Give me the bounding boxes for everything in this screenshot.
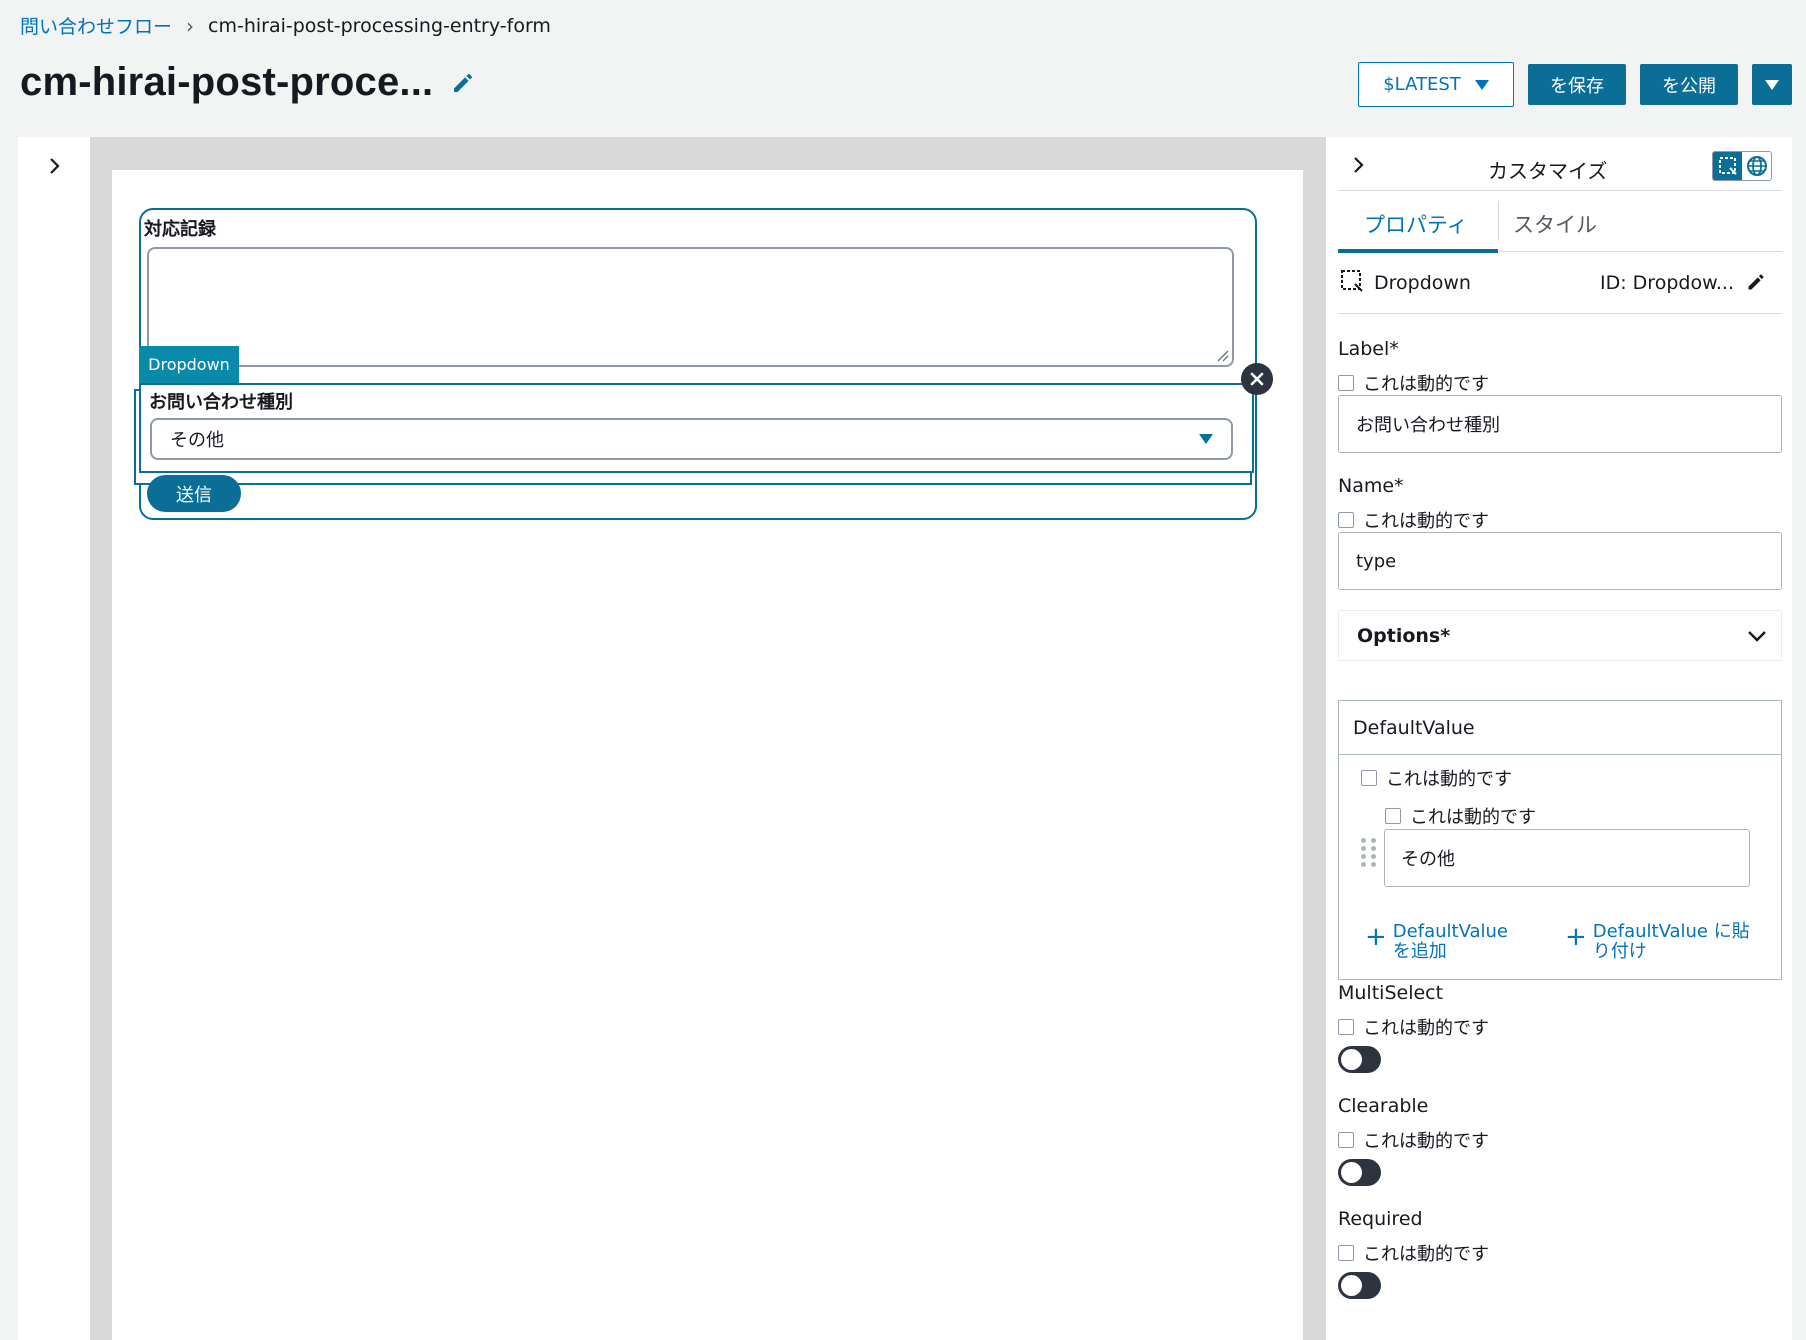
submit-button[interactable]: 送信 — [147, 475, 241, 512]
default-value-item-dynamic-checkbox[interactable] — [1385, 808, 1401, 824]
left-rail — [18, 137, 90, 1340]
record-textarea[interactable] — [147, 247, 1234, 367]
version-dropdown[interactable]: $LATEST — [1358, 62, 1514, 107]
remove-component-button[interactable] — [1241, 363, 1273, 395]
close-icon — [1250, 372, 1264, 386]
drag-handle-icon[interactable] — [1361, 838, 1377, 867]
canvas-area: 対応記録 Dropdown お問い合わせ種別 その他 送信 — [90, 137, 1326, 1340]
clearable-dynamic-checkbox[interactable] — [1338, 1132, 1354, 1148]
breadcrumb: 問い合わせフロー › cm-hirai-post-processing-entr… — [20, 12, 551, 39]
required-toggle[interactable] — [1338, 1272, 1381, 1299]
name-dynamic-checkbox[interactable] — [1338, 512, 1354, 528]
caret-down-icon — [1199, 434, 1213, 444]
dropdown-label: お問い合わせ種別 — [149, 392, 293, 413]
page-title-row: cm-hirai-post-proce... — [20, 60, 475, 105]
tab-divider — [1498, 201, 1499, 241]
version-label: $LATEST — [1383, 74, 1461, 95]
record-label: 対応記録 — [144, 219, 216, 240]
panel-title: カスタマイズ — [1488, 159, 1608, 183]
publish-button[interactable]: を公開 — [1640, 64, 1738, 105]
required-dynamic-checkbox[interactable] — [1338, 1245, 1354, 1261]
default-value-input[interactable]: その他 — [1384, 829, 1750, 887]
dropdown-select[interactable]: その他 — [150, 418, 1233, 460]
dynamic-label: これは動的です — [1363, 1244, 1489, 1265]
name-input[interactable]: type — [1338, 532, 1782, 590]
panel-mode-toggle — [1712, 151, 1772, 181]
component-id: ID: Dropdow... — [1600, 271, 1734, 294]
breadcrumb-current: cm-hirai-post-processing-entry-form — [208, 14, 551, 37]
required-title: Required — [1338, 1208, 1423, 1230]
breadcrumb-link-flow[interactable]: 問い合わせフロー — [20, 12, 172, 39]
resize-handle-icon[interactable] — [1215, 348, 1229, 362]
dropdown-component-icon — [1340, 269, 1364, 297]
dynamic-label: これは動的です — [1363, 1018, 1489, 1039]
globe-icon[interactable] — [1742, 152, 1771, 180]
more-actions-button[interactable] — [1752, 64, 1792, 105]
add-default-line2: を追加 — [1392, 941, 1447, 962]
page-title: cm-hirai-post-proce... — [20, 60, 434, 104]
caret-down-icon — [1474, 79, 1489, 90]
top-actions: $LATEST を保存 を公開 — [1358, 62, 1792, 107]
paste-default-line2: り付け — [1592, 941, 1647, 962]
plus-icon: + — [1365, 922, 1387, 952]
multiselect-dynamic-row: これは動的です — [1338, 1014, 1489, 1040]
collapse-chevron-icon[interactable] — [1352, 156, 1366, 178]
dynamic-label: これは動的です — [1410, 807, 1536, 828]
default-value-dynamic-row: これは動的です — [1361, 765, 1512, 791]
chevron-right-icon: › — [186, 13, 195, 38]
label-dynamic-checkbox[interactable] — [1338, 375, 1354, 391]
clearable-toggle[interactable] — [1338, 1159, 1381, 1186]
name-title: Name* — [1338, 475, 1404, 497]
multiselect-toggle[interactable] — [1338, 1046, 1381, 1073]
customize-panel: カスタマイズ プロパティ スタイル Dropdown ID: Dropdow..… — [1326, 137, 1792, 1340]
label-dynamic-row: これは動的です — [1338, 370, 1489, 396]
component-type: Dropdown — [1374, 271, 1471, 294]
chevron-down-icon — [1748, 630, 1766, 642]
tab-style[interactable]: スタイル — [1513, 209, 1597, 239]
dropdown-value: その他 — [170, 430, 224, 451]
default-value-title: DefaultValue — [1339, 701, 1781, 755]
pencil-icon[interactable] — [451, 71, 475, 95]
multiselect-title: MultiSelect — [1338, 982, 1444, 1004]
tab-properties[interactable]: プロパティ — [1364, 209, 1468, 239]
caret-down-icon — [1765, 79, 1779, 90]
expand-chevron-icon[interactable] — [48, 157, 62, 179]
form-canvas: 対応記録 Dropdown お問い合わせ種別 その他 送信 — [112, 170, 1303, 1340]
paste-default-line1: DefaultValue に貼 — [1592, 921, 1750, 942]
component-info: Dropdown ID: Dropdow... — [1338, 252, 1782, 314]
panel-header: カスタマイズ — [1338, 137, 1782, 191]
label-input[interactable]: お問い合わせ種別 — [1338, 395, 1782, 453]
dropdown-tag: Dropdown — [139, 346, 239, 383]
pencil-icon[interactable] — [1746, 272, 1766, 296]
add-default-line1: DefaultValue — [1392, 921, 1508, 942]
default-value-dynamic-checkbox[interactable] — [1361, 770, 1377, 786]
dynamic-label: これは動的です — [1363, 1131, 1489, 1152]
dynamic-label: これは動的です — [1386, 769, 1512, 790]
save-button[interactable]: を保存 — [1528, 64, 1626, 105]
options-title: Options* — [1357, 624, 1451, 647]
required-dynamic-row: これは動的です — [1338, 1240, 1489, 1266]
clearable-dynamic-row: これは動的です — [1338, 1127, 1489, 1153]
clearable-title: Clearable — [1338, 1095, 1429, 1117]
default-value-section: DefaultValue これは動的です これは動的です その他 + Defau… — [1338, 700, 1782, 980]
multiselect-dynamic-checkbox[interactable] — [1338, 1019, 1354, 1035]
dynamic-label: これは動的です — [1363, 511, 1489, 532]
label-title: Label* — [1338, 338, 1399, 360]
paste-default-value-button[interactable]: + DefaultValue に貼 り付け — [1565, 922, 1750, 962]
name-dynamic-row: これは動的です — [1338, 507, 1489, 533]
default-value-item-dynamic-row: これは動的です — [1385, 803, 1536, 829]
dynamic-label: これは動的です — [1363, 374, 1489, 395]
select-component-icon[interactable] — [1713, 152, 1742, 180]
add-default-value-button[interactable]: + DefaultValue を追加 — [1365, 922, 1508, 962]
plus-icon: + — [1565, 922, 1587, 952]
options-section[interactable]: Options* — [1338, 610, 1782, 661]
panel-tabs: プロパティ スタイル — [1338, 191, 1782, 253]
